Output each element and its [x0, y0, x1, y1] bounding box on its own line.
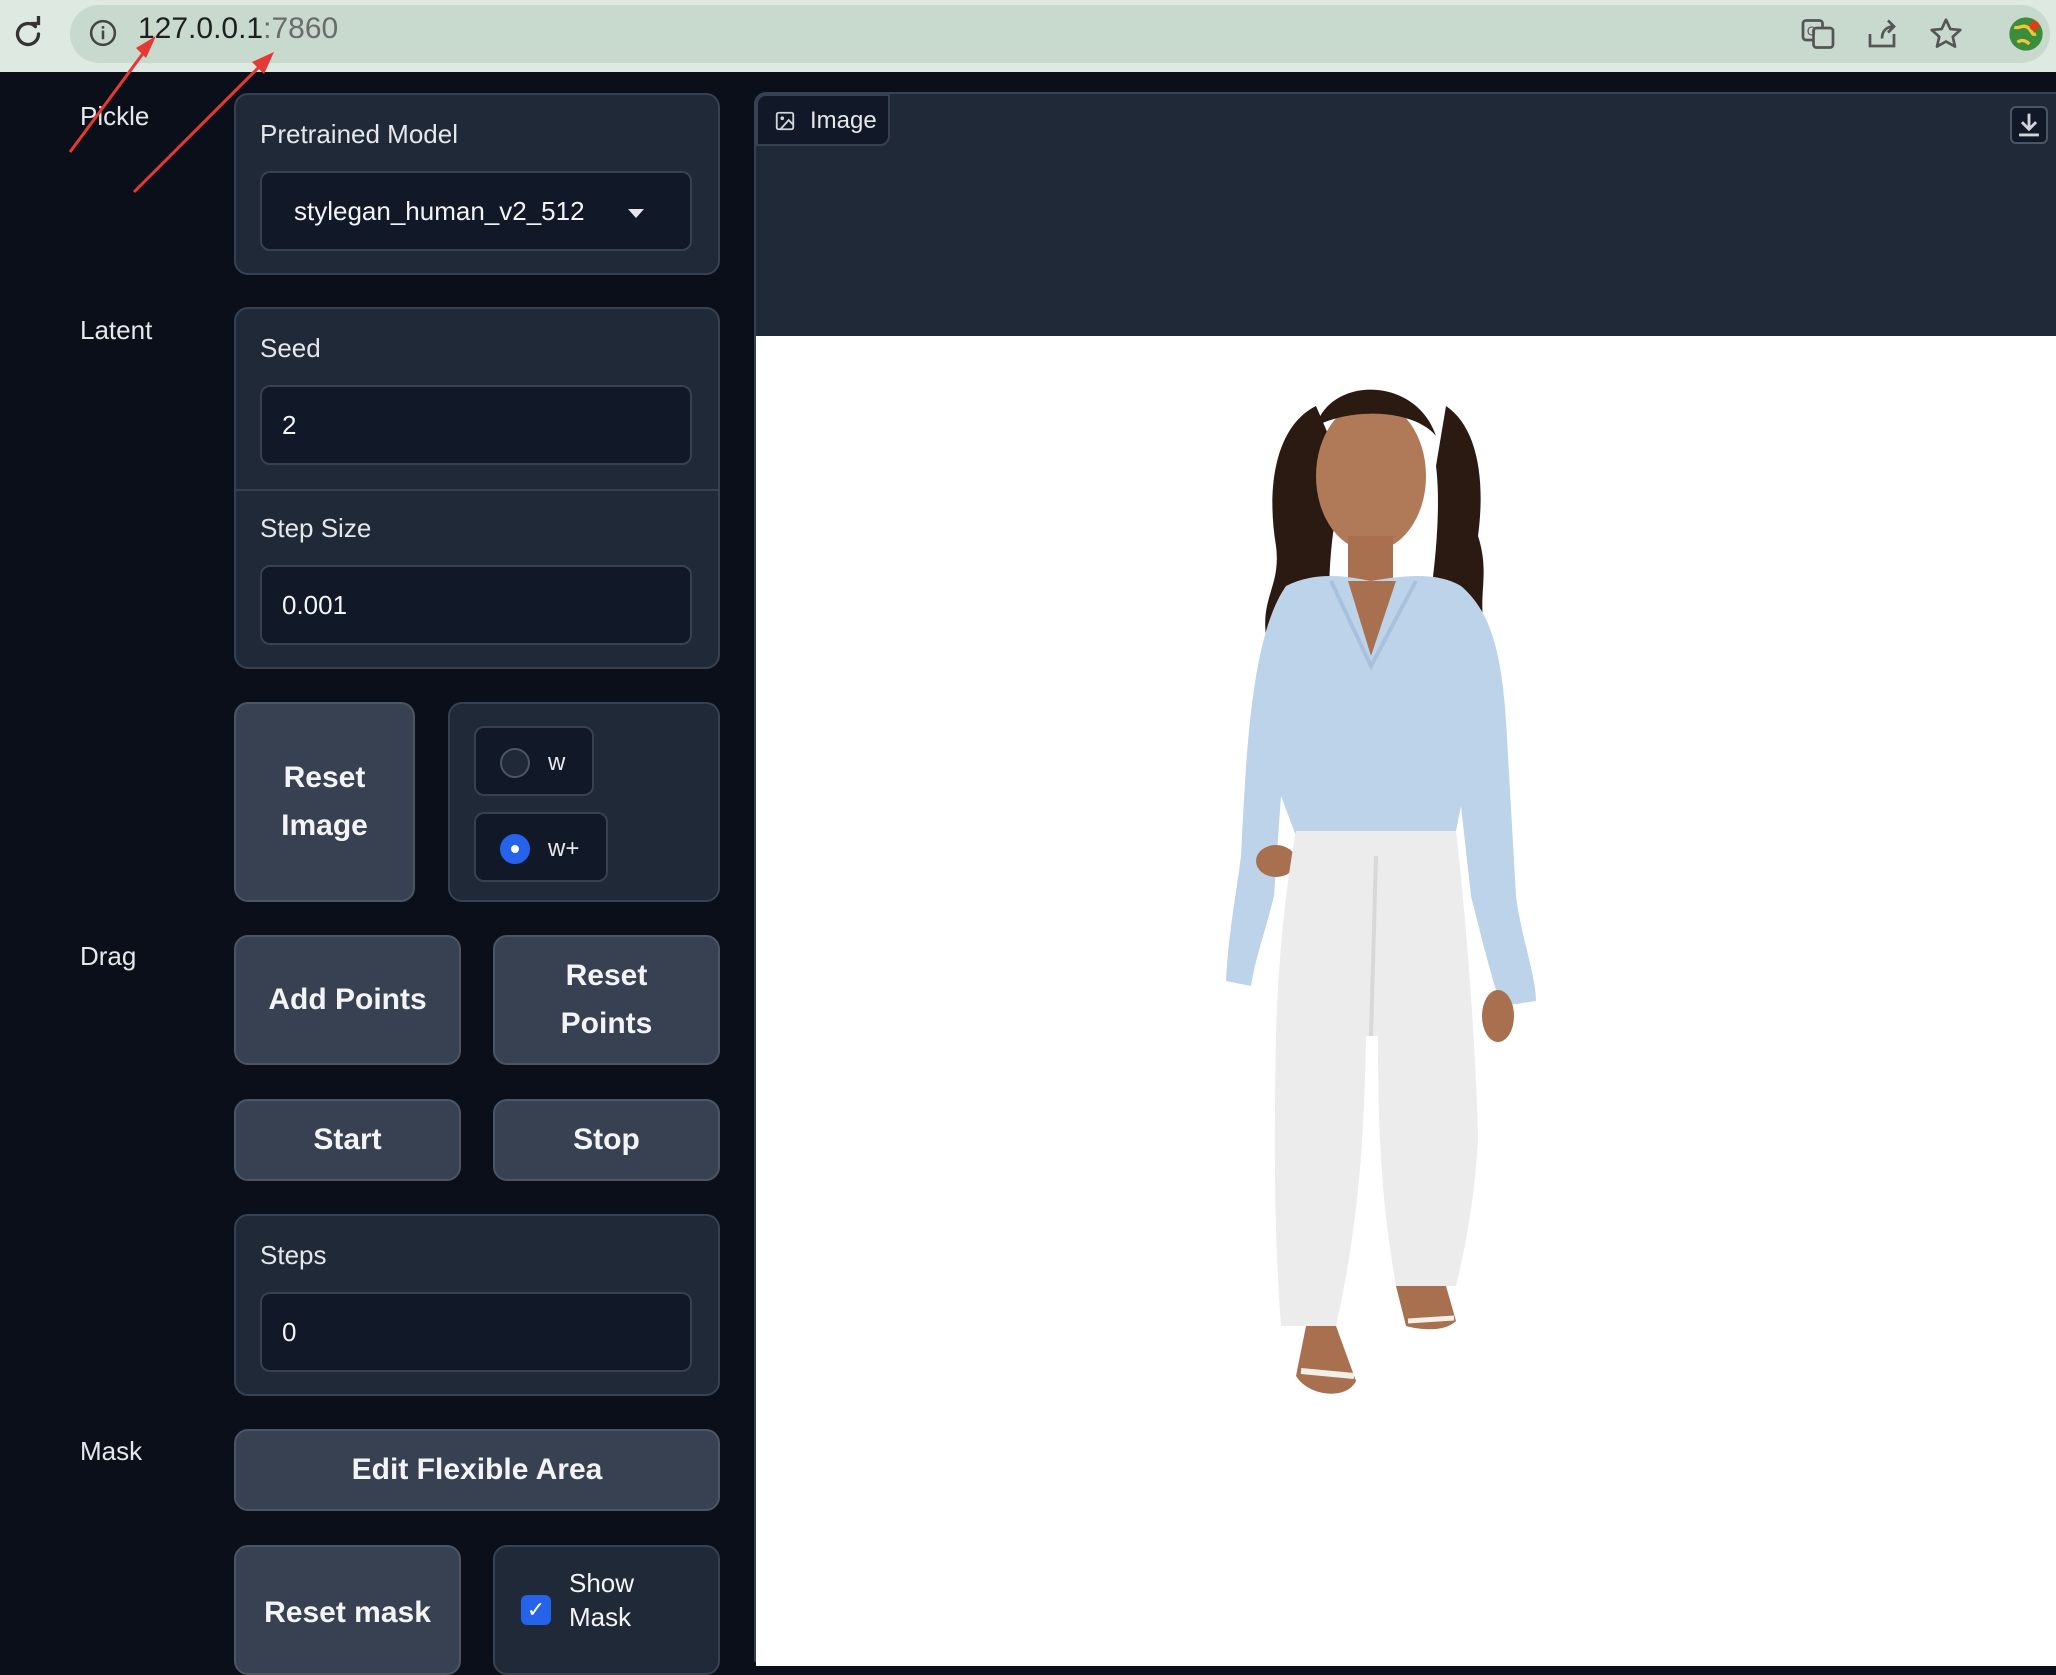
- show-mask-label: Show Mask: [569, 1567, 669, 1635]
- divider: [236, 489, 718, 491]
- latent-block: Seed 2 Step Size 0.001: [234, 307, 720, 669]
- radio-label-w-plus: w+: [548, 835, 580, 862]
- add-points-button[interactable]: Add Points: [234, 935, 461, 1065]
- info-icon[interactable]: [88, 18, 118, 48]
- chevron-down-icon: [628, 209, 644, 218]
- reset-image-label-line1: Reset: [283, 761, 366, 794]
- section-label-drag: Drag: [80, 941, 137, 971]
- section-label-mask: Mask: [80, 1436, 143, 1466]
- latent-space-radio-group: w w+: [448, 702, 720, 902]
- extension-globe-icon[interactable]: [2006, 14, 2046, 54]
- reload-icon[interactable]: [10, 16, 46, 52]
- url-host: 127.0.0.1: [138, 12, 264, 45]
- show-mask-label-line1: Show: [569, 1568, 635, 1598]
- section-label-latent: Latent: [80, 315, 153, 345]
- start-button[interactable]: Start: [234, 1099, 461, 1181]
- drag-canvas[interactable]: [756, 336, 2056, 1666]
- stop-button[interactable]: Stop: [493, 1099, 720, 1181]
- section-label-pickle: Pickle: [80, 101, 150, 131]
- steps-input[interactable]: 0: [260, 1292, 692, 1372]
- pretrained-model-dropdown[interactable]: stylegan_human_v2_512: [260, 171, 692, 251]
- reset-points-button[interactable]: Reset Points: [493, 935, 720, 1065]
- radio-selected-icon: [500, 834, 530, 864]
- image-tab[interactable]: Image: [756, 94, 890, 146]
- checkbox-checked-icon: ✓: [521, 1595, 551, 1625]
- reset-mask-button[interactable]: Reset mask: [234, 1545, 461, 1675]
- steps-label: Steps: [260, 1240, 327, 1270]
- reset-image-label-line2: Image: [281, 809, 368, 842]
- edit-flexible-area-button[interactable]: Edit Flexible Area: [234, 1429, 720, 1511]
- url-text[interactable]: 127.0.0.1:7860: [138, 12, 338, 46]
- radio-label-w: w: [548, 749, 566, 776]
- address-bar[interactable]: [70, 5, 2050, 63]
- show-mask-label-line2: Mask: [569, 1601, 632, 1632]
- radio-option-w[interactable]: w: [474, 726, 594, 796]
- url-port: :7860: [263, 12, 339, 45]
- reset-points-label-line1: Reset: [565, 959, 648, 992]
- translate-icon[interactable]: G: [1800, 16, 1836, 52]
- step-size-input[interactable]: 0.001: [260, 565, 692, 645]
- share-icon[interactable]: [1864, 16, 1900, 52]
- steps-block: Steps 0: [234, 1214, 720, 1396]
- reset-points-label-line2: Points: [560, 1007, 653, 1040]
- image-output-panel: Image: [754, 92, 2056, 1666]
- download-icon[interactable]: [2010, 106, 2048, 144]
- pretrained-model-label: Pretrained Model: [260, 119, 458, 149]
- pretrained-model-block: Pretrained Model stylegan_human_v2_512: [234, 93, 720, 275]
- image-tab-label: Image: [810, 107, 877, 134]
- svg-text:G: G: [1807, 25, 1816, 39]
- seed-label: Seed: [260, 333, 321, 363]
- browser-toolbar: 127.0.0.1:7860 G: [0, 0, 2056, 72]
- show-mask-checkbox[interactable]: ✓ Show Mask: [493, 1545, 720, 1675]
- pretrained-model-selected: stylegan_human_v2_512: [294, 195, 585, 226]
- bookmark-star-icon[interactable]: [1928, 16, 1964, 52]
- generated-person-image[interactable]: [756, 336, 2056, 1666]
- radio-option-w-plus[interactable]: w+: [474, 812, 608, 882]
- seed-input[interactable]: 2: [260, 385, 692, 465]
- radio-circle-icon: [500, 748, 530, 778]
- reset-image-button[interactable]: Reset Image: [234, 702, 415, 902]
- step-size-label: Step Size: [260, 513, 372, 543]
- image-icon: [775, 111, 795, 131]
